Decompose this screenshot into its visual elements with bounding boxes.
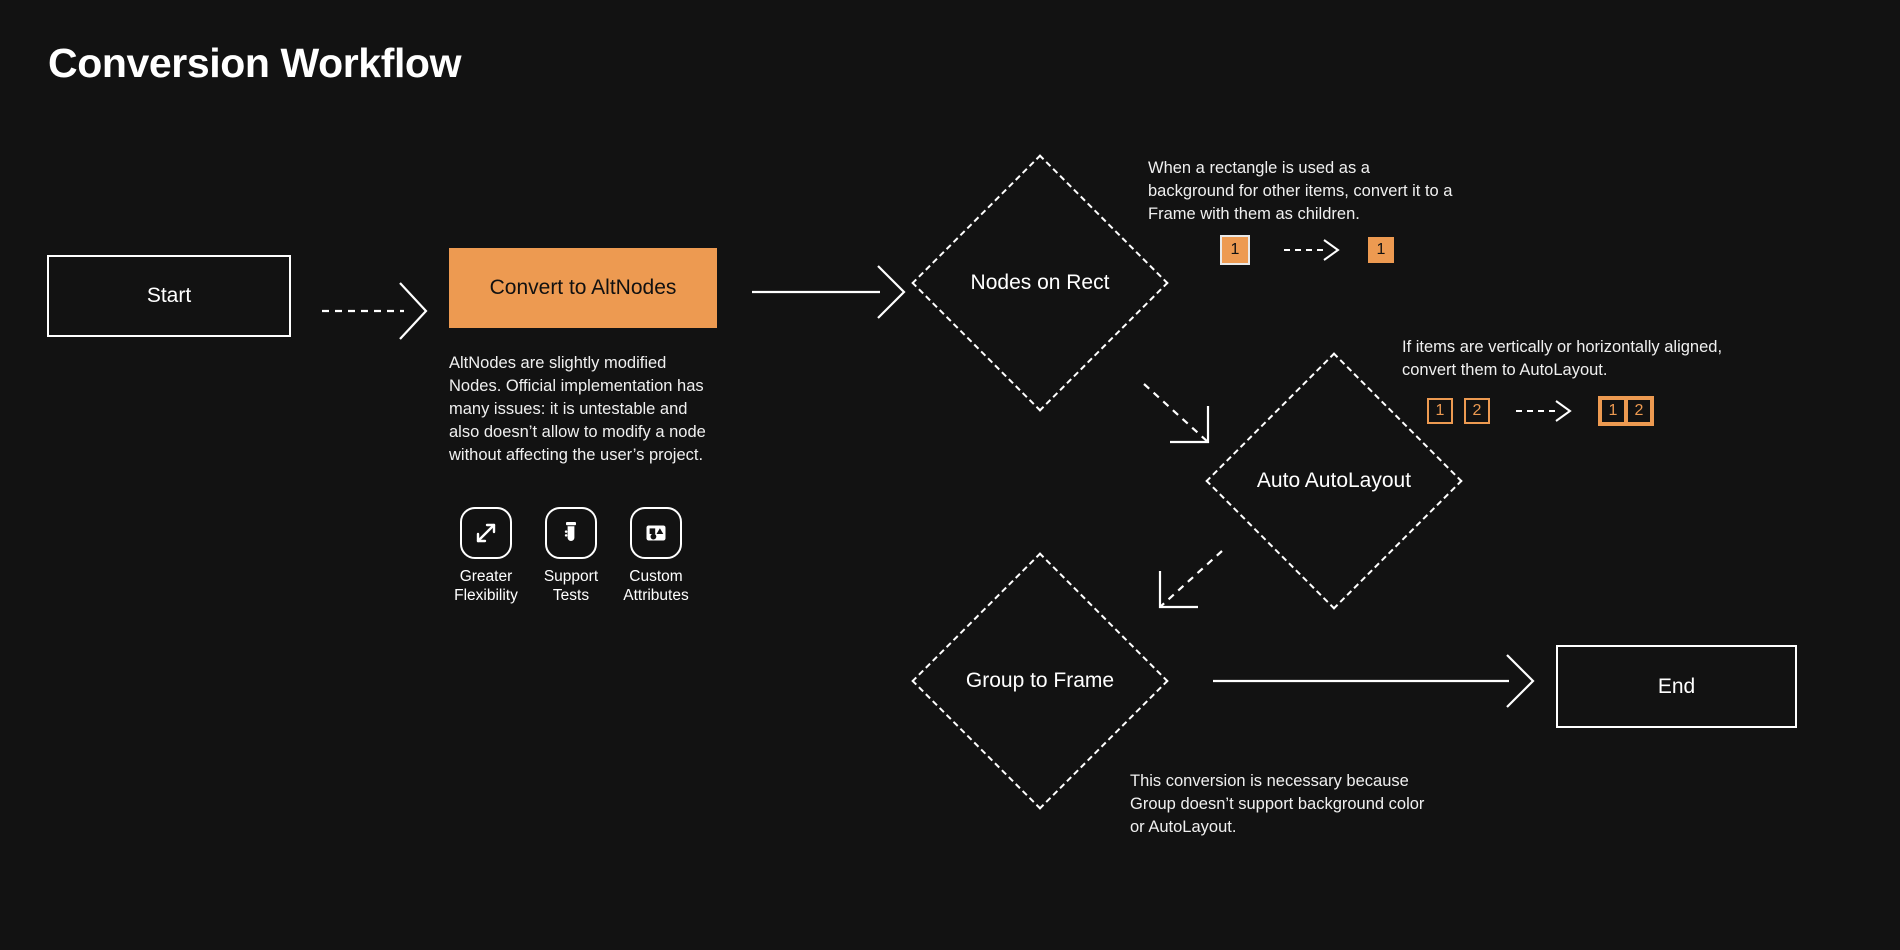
annotation-nodes-on-rect-text: When a rectangle is used as a background… [1148, 159, 1453, 223]
diagram-canvas: Conversion Workflow Start Convert to Alt… [0, 0, 1900, 950]
test-tube-icon [545, 507, 597, 559]
connector-chip-transform-1 [1284, 239, 1340, 261]
node-group-to-frame[interactable]: Group to Frame [911, 552, 1169, 810]
chip-badge: 1 [1368, 237, 1394, 263]
diamond-outline [911, 154, 1169, 412]
node-convert-label: Convert to AltNodes [489, 276, 677, 299]
annotation-auto-autolayout-chips: 1 2 1 2 [1427, 396, 1654, 426]
connector-auto-autolayout-to-group-to-frame [1140, 545, 1230, 617]
chip-badge: 1 [1220, 235, 1250, 265]
chip-badge: 2 [1626, 398, 1652, 424]
node-end[interactable]: End [1556, 645, 1797, 728]
node-auto-autolayout[interactable]: Auto AutoLayout [1205, 352, 1463, 610]
annotation-nodes-on-rect-chips: 1 1 [1220, 235, 1394, 265]
feature-custom-attributes: Custom Attributes [622, 507, 690, 605]
convert-description: AltNodes are slightly modified Nodes. Of… [449, 354, 706, 464]
connector-convert-to-nodes-on-rect [752, 264, 912, 320]
shapes-in-box-icon [630, 507, 682, 559]
annotation-group-to-frame-text: This conversion is necessary because Gro… [1130, 772, 1425, 836]
node-end-label: End [1657, 674, 1696, 698]
chip-badge: 2 [1464, 398, 1490, 424]
chip-group: 1 2 [1598, 396, 1654, 426]
expand-arrows-icon [460, 507, 512, 559]
node-start-label: Start [146, 284, 192, 307]
node-start[interactable]: Start [47, 255, 291, 337]
annotation-auto-autolayout-text: If items are vertically or horizontally … [1402, 338, 1723, 379]
feature-greater-flexibility: Greater Flexibility [452, 507, 520, 605]
node-nodes-on-rect[interactable]: Nodes on Rect [911, 154, 1169, 412]
diamond-outline [1205, 352, 1463, 610]
chip-badge: 1 [1427, 398, 1453, 424]
feature-label: Support Tests [543, 568, 599, 604]
feature-label: Greater Flexibility [454, 568, 518, 604]
page-title: Conversion Workflow [48, 40, 462, 86]
connector-group-to-frame-to-end [1213, 653, 1543, 709]
node-convert-to-altnodes[interactable]: Convert to AltNodes [449, 248, 717, 328]
feature-label: Custom Attributes [623, 568, 689, 604]
connector-nodes-on-rect-to-auto-autolayout [1140, 380, 1230, 450]
chip-badge: 1 [1600, 398, 1626, 424]
feature-support-tests: Support Tests [537, 507, 605, 605]
feature-list: Greater Flexibility Support Tests Custom… [452, 507, 690, 605]
connector-chip-transform-2 [1516, 400, 1572, 422]
connector-start-to-convert [322, 275, 432, 347]
